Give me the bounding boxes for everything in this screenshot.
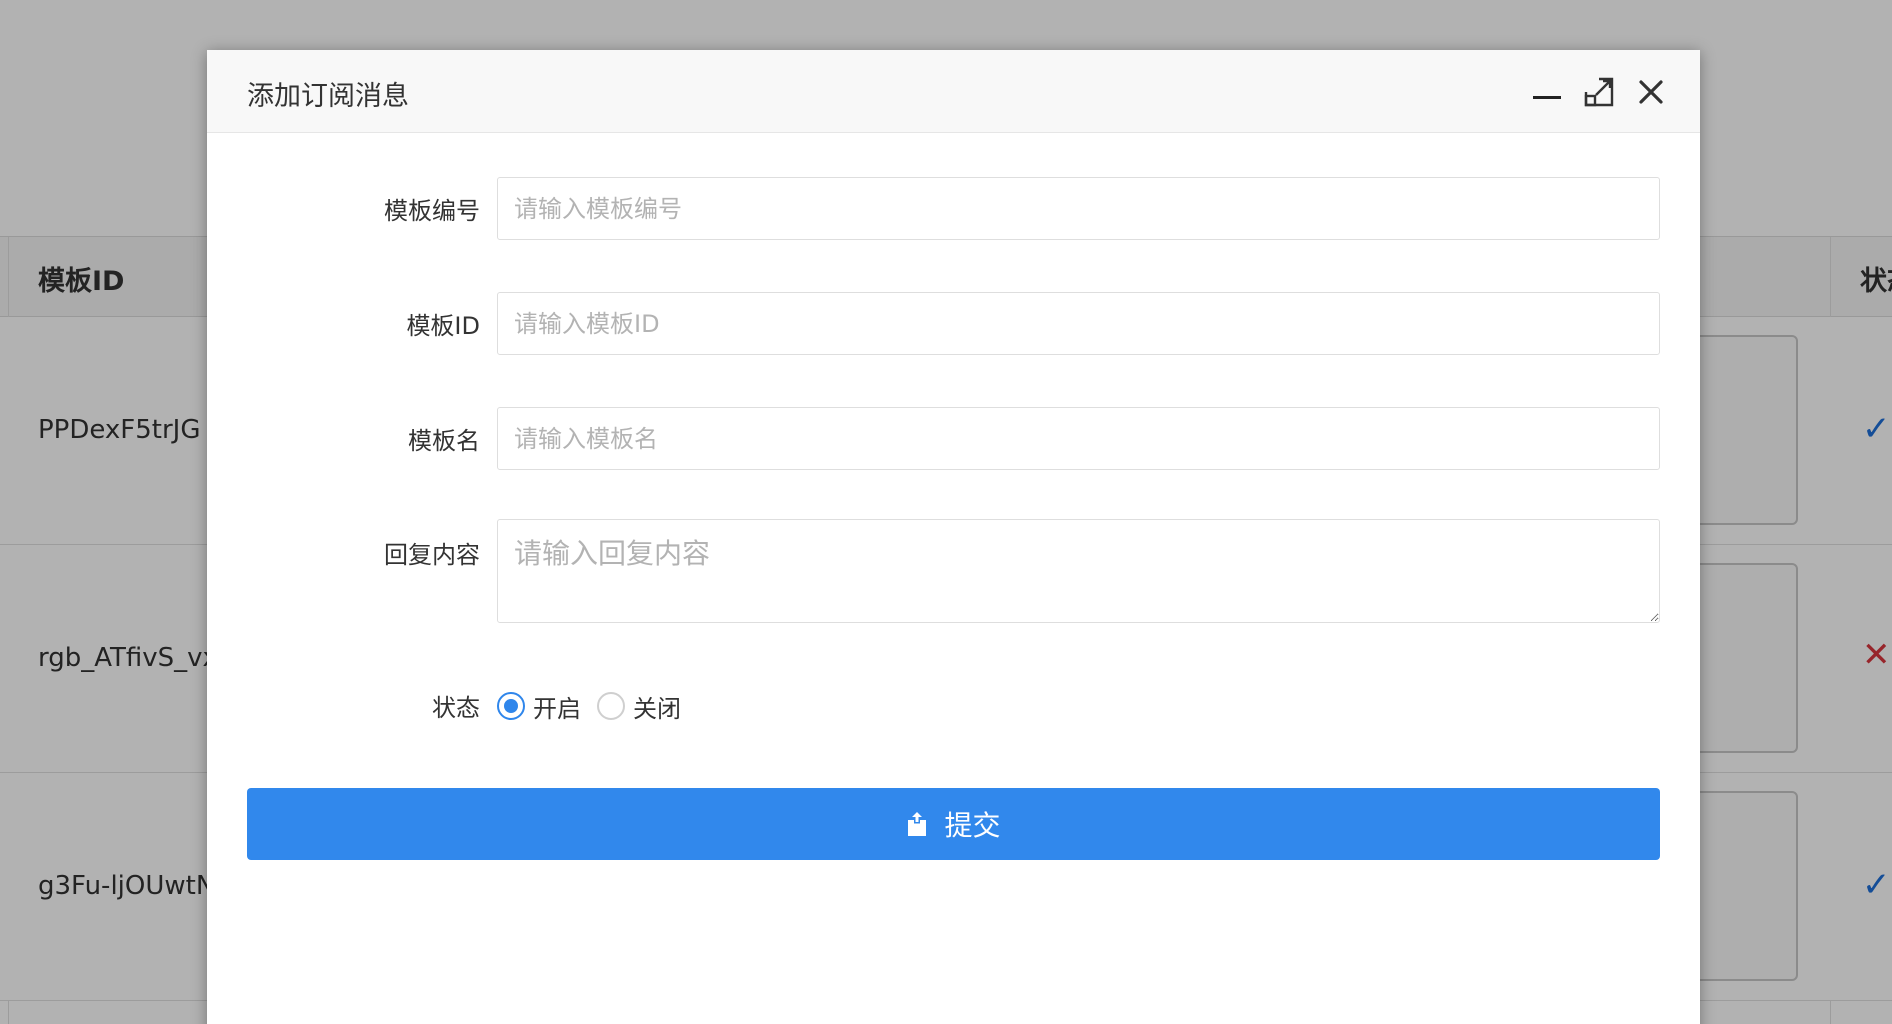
dialog-header: 添加订阅消息 xyxy=(207,50,1700,133)
reply-content-textarea[interactable] xyxy=(497,519,1660,623)
status-option-on-label: 开启 xyxy=(533,694,581,723)
status-radio-group: 开启 关闭 xyxy=(497,686,697,726)
template-name-input[interactable] xyxy=(497,407,1660,470)
status-label: 状态 xyxy=(432,694,480,722)
radio-checked-icon[interactable] xyxy=(497,692,525,720)
reply-content-label: 回复内容 xyxy=(384,541,480,569)
template-name-label: 模板名 xyxy=(408,427,480,455)
status-option-off-label: 关闭 xyxy=(633,694,681,723)
submit-button-label: 提交 xyxy=(944,809,1001,842)
submit-button[interactable]: 提交 xyxy=(247,788,1660,860)
minimize-icon[interactable] xyxy=(1527,72,1567,112)
template-id-label: 模板ID xyxy=(406,312,480,340)
add-subscription-dialog: 添加订阅消息 模板编号 模板ID 模板名 回复 xyxy=(207,50,1700,1024)
close-icon[interactable] xyxy=(1631,72,1671,112)
radio-unchecked-icon[interactable] xyxy=(597,692,625,720)
maximize-icon[interactable] xyxy=(1579,72,1619,112)
dialog-title: 添加订阅消息 xyxy=(247,81,409,112)
template-id-input[interactable] xyxy=(497,292,1660,355)
template-no-input[interactable] xyxy=(497,177,1660,240)
template-no-label: 模板编号 xyxy=(384,197,480,225)
status-option-on[interactable]: 开启 xyxy=(497,689,581,724)
status-option-off[interactable]: 关闭 xyxy=(597,689,681,724)
upload-icon xyxy=(906,811,928,837)
app-root: 模板ID 状态 PPDexF5trJG ✓ rgb_ATfivS_vx ✕ g3… xyxy=(0,0,1892,1024)
